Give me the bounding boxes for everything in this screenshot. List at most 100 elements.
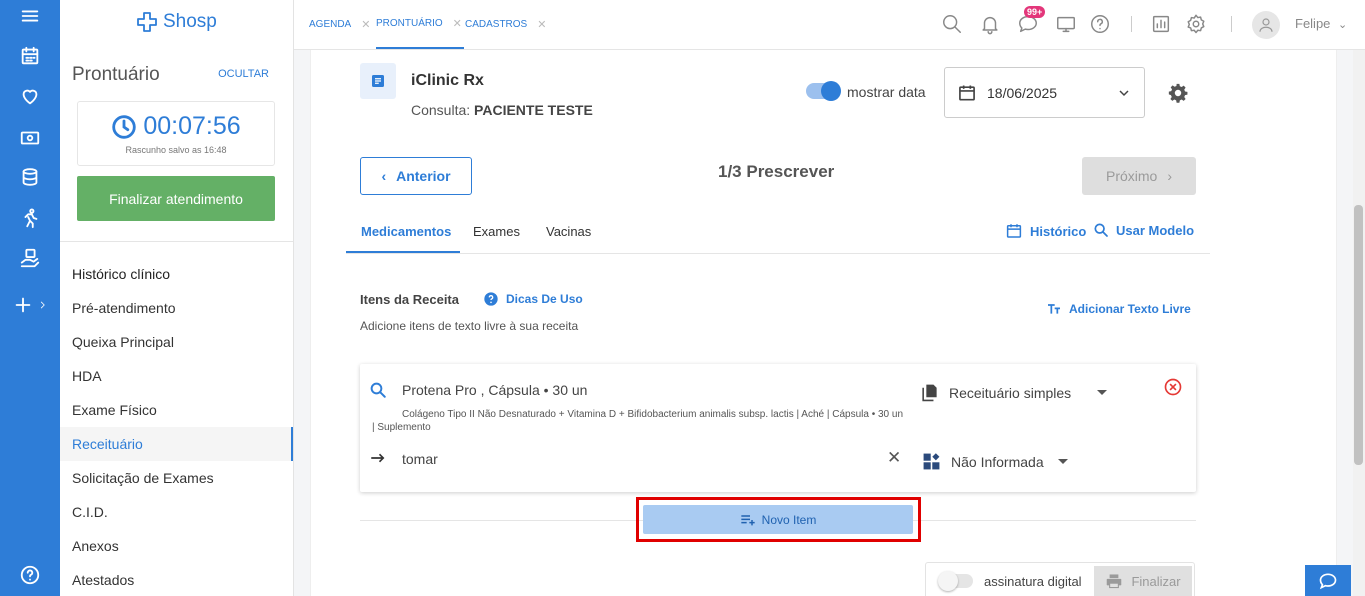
menu-icon[interactable]	[0, 0, 60, 36]
nav-item-clinical-history[interactable]: Histórico clínico	[60, 257, 293, 291]
patient-name: PACIENTE TESTE	[474, 102, 593, 118]
user-name: Felipe	[1295, 16, 1331, 31]
nav-item-prescription[interactable]: Receituário	[60, 427, 293, 461]
drug-name-input[interactable]: Protena Pro , Cápsula • 30 un	[402, 382, 587, 398]
prescription-type-value: Receituário simples	[949, 384, 1072, 401]
consultation-info: Consulta: PACIENTE TESTE	[411, 102, 593, 118]
help-icon[interactable]	[0, 555, 60, 595]
close-icon[interactable]: ✕	[361, 18, 370, 31]
nav-item-main-complaint[interactable]: Queixa Principal	[60, 325, 293, 359]
nav-item-certificates[interactable]: Atestados	[60, 563, 293, 596]
tab-label: PRONTUÁRIO	[376, 18, 443, 29]
nav-item-physical-exam[interactable]: Exame Físico	[60, 393, 293, 427]
next-label: Próximo	[1105, 168, 1158, 184]
money-icon[interactable]	[0, 118, 60, 158]
user-icon	[1259, 18, 1273, 32]
timer-box: 00:07:56 Rascunho salvo as 16:48	[77, 101, 275, 166]
brand-logo[interactable]: Shosp	[135, 10, 217, 34]
tab-cadastros[interactable]: CADASTROS ✕	[465, 0, 546, 49]
hide-panel-link[interactable]: OCULTAR	[218, 68, 269, 80]
nav-item-exam-request[interactable]: Solicitação de Exames	[60, 461, 293, 495]
previous-button[interactable]: ‹ Anterior	[360, 157, 472, 195]
show-date-label: mostrar data	[847, 84, 926, 100]
dose-input[interactable]: tomar	[402, 451, 438, 467]
running-icon[interactable]	[0, 198, 60, 238]
playlist-add-icon	[740, 514, 755, 525]
add-free-text-link[interactable]: Adicionar Texto Livre	[1046, 301, 1191, 317]
subtab-medications[interactable]: Medicamentos	[361, 224, 451, 239]
items-subtitle: Adicione itens de texto livre à sua rece…	[360, 319, 579, 333]
tab-label: CADASTROS	[465, 19, 528, 30]
search-icon[interactable]	[941, 13, 963, 35]
close-icon[interactable]: ✕	[453, 17, 462, 30]
notification-badge: 99+	[1024, 6, 1046, 18]
record-nav: Histórico clínico Pré-atendimento Queixa…	[60, 257, 293, 596]
history-link[interactable]: Histórico	[1005, 222, 1086, 240]
support-chat-button[interactable]	[1305, 565, 1351, 596]
app-rail	[0, 0, 60, 596]
cross-logo-icon	[137, 12, 157, 32]
divider	[60, 241, 293, 242]
digital-signature-label: assinatura digital	[984, 574, 1082, 589]
next-button[interactable]: Próximo ›	[1082, 157, 1196, 195]
prescription-icon	[360, 63, 396, 99]
panel-title: Prontuário	[72, 64, 160, 85]
divider	[1231, 16, 1232, 32]
nav-item-hda[interactable]: HDA	[60, 359, 293, 393]
tab-agenda[interactable]: AGENDA ✕	[309, 0, 370, 49]
use-model-link[interactable]: Usar Modelo	[1093, 222, 1194, 238]
show-date-toggle[interactable]	[806, 81, 841, 101]
divider	[1131, 16, 1132, 32]
remove-item-icon[interactable]	[1163, 377, 1183, 397]
file-copy-icon	[922, 384, 937, 402]
previous-label: Anterior	[396, 168, 451, 184]
finalize-label: Finalizar	[1131, 573, 1181, 589]
new-item-label: Novo Item	[761, 512, 817, 527]
widgets-icon	[923, 453, 940, 470]
clear-icon[interactable]: ✕	[887, 448, 901, 468]
close-icon[interactable]: ✕	[537, 18, 546, 31]
tab-prontuario[interactable]: PRONTUÁRIO ✕	[376, 0, 464, 49]
text-size-icon	[1048, 304, 1060, 314]
heart-icon[interactable]	[0, 76, 60, 116]
monitor-icon[interactable]	[1055, 13, 1077, 35]
consultation-label: Consulta:	[411, 102, 471, 118]
history-label: Histórico	[1030, 223, 1087, 239]
tab-label: AGENDA	[309, 19, 352, 30]
digital-signature-toggle[interactable]	[938, 571, 973, 591]
calendar-icon	[1006, 224, 1022, 238]
prescription-settings-icon[interactable]	[1167, 82, 1189, 109]
timer-value: 00:07:56	[143, 112, 241, 140]
avatar[interactable]	[1252, 11, 1280, 39]
chevron-down-icon	[1119, 90, 1129, 97]
items-title: Itens da Receita	[360, 292, 459, 307]
reports-icon[interactable]	[1150, 13, 1172, 35]
brand-name: Shosp	[163, 11, 217, 32]
nav-item-cid[interactable]: C.I.D.	[60, 495, 293, 529]
bell-icon[interactable]	[979, 13, 1001, 35]
new-item-button[interactable]: Novo Item	[643, 505, 913, 534]
help-circle-icon[interactable]	[1089, 13, 1111, 35]
subtab-vaccines[interactable]: Vacinas	[546, 224, 591, 239]
category-select[interactable]: Não Informada	[922, 452, 1068, 471]
nav-item-attachments[interactable]: Anexos	[60, 529, 293, 563]
database-icon[interactable]	[0, 157, 60, 197]
add-free-text-label: Adicionar Texto Livre	[1069, 302, 1191, 316]
calendar-icon[interactable]	[0, 36, 60, 76]
prescription-title: iClinic Rx	[411, 72, 484, 89]
drug-description: Colágeno Tipo II Não Desnaturado + Vitam…	[372, 409, 904, 433]
finish-appointment-button[interactable]: Finalizar atendimento	[77, 176, 275, 221]
care-icon[interactable]	[0, 238, 60, 278]
search-icon	[1094, 223, 1108, 237]
plus-icon[interactable]	[0, 285, 60, 325]
finalize-button[interactable]: Finalizar	[1094, 566, 1192, 596]
scrollbar-thumb[interactable]	[1354, 205, 1363, 465]
user-menu[interactable]: Felipe ⌄	[1295, 16, 1347, 31]
subtab-exams[interactable]: Exames	[473, 224, 520, 239]
prescription-type-select[interactable]: Receituário simples	[920, 382, 1108, 403]
chevron-right-icon: ›	[1167, 168, 1173, 184]
date-picker[interactable]: 18/06/2025	[944, 67, 1145, 118]
usage-tips-link[interactable]: Dicas De Uso	[483, 291, 583, 307]
settings-icon[interactable]	[1185, 13, 1207, 35]
nav-item-pre-service[interactable]: Pré-atendimento	[60, 291, 293, 325]
